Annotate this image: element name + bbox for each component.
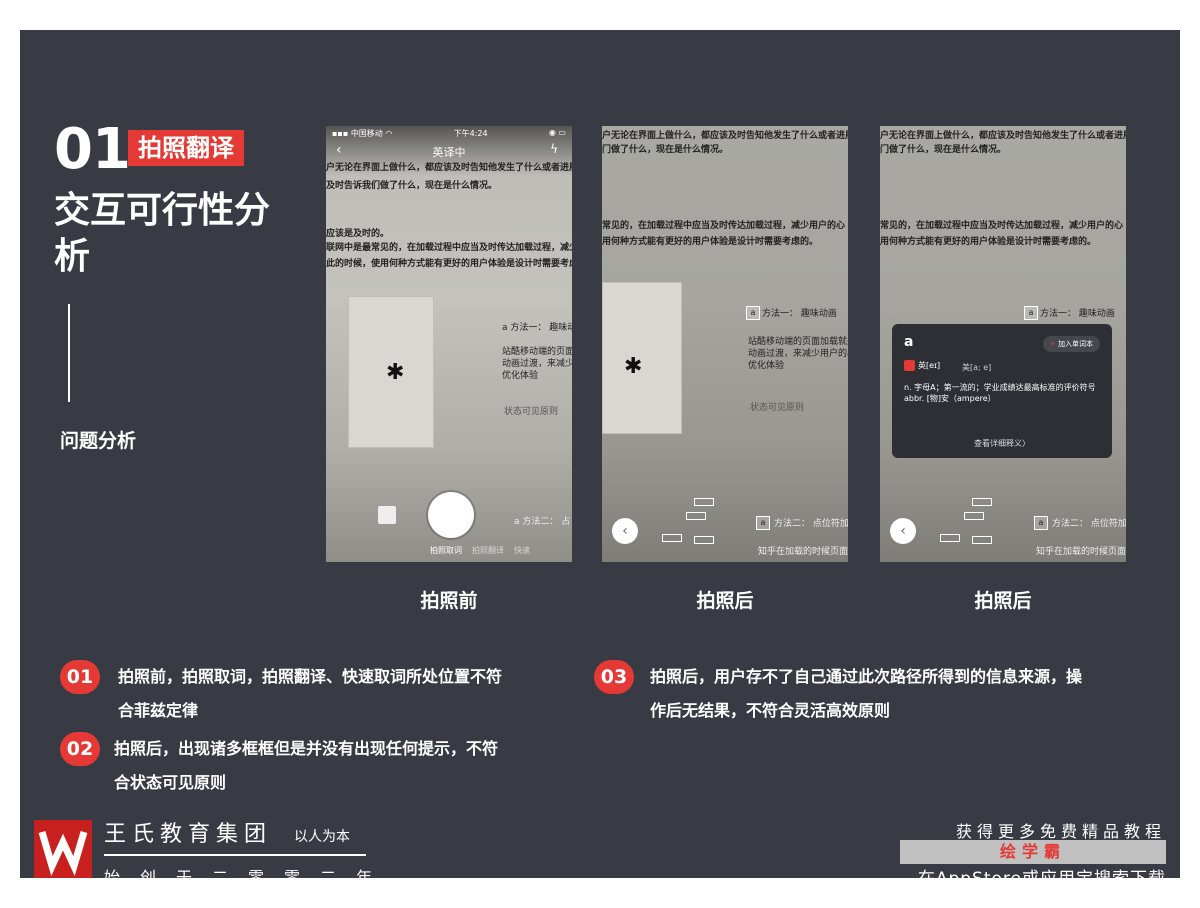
mode-photo-translate[interactable]: 拍照翻译 (472, 545, 504, 556)
mode-quick-word[interactable]: 快速 (514, 545, 530, 556)
battery-icon: ◉ ▭ (548, 128, 566, 137)
photo-text-line: 状态可见原则 (750, 403, 805, 413)
status-time: 下午4:24 (453, 129, 488, 138)
phone-screenshot-before: ▪▪▪ 中国移动 ◠ 下午4:24 ◉ ▭ ‹ 英译中 ϟ 户无论在界面上做什么… (326, 126, 572, 562)
chevron-left-icon: ‹ (900, 523, 906, 539)
flash-off-icon[interactable]: ϟ (550, 142, 558, 156)
photo-text-line: 优化体验 (748, 361, 785, 371)
note-text: 拍照前，拍照取词，拍照翻译、快速取词所处位置不符 合菲兹定律 (118, 667, 503, 720)
mode-photo-word[interactable]: 拍照取词 (430, 545, 462, 556)
back-chevron-icon[interactable]: ‹ (336, 142, 342, 158)
brand-name: 王氏教育集团 (104, 822, 273, 847)
detected-word-box[interactable] (694, 498, 714, 506)
section-number: 01 (54, 117, 131, 182)
photo-text-line: 此的时候，使用何种方式能有更好的用户体验是设计时需要考虑的。 (326, 259, 572, 269)
note-badge: 01 (60, 660, 100, 694)
photo-text-line: 知乎在加载的时候页面时 (1036, 547, 1126, 557)
translate-mode-title: 英译中 (432, 146, 466, 159)
note-text: 拍照后，用户存不了自己通过此次路径所得到的信息来源，操 作后无结果，不符合灵活高… (650, 667, 1083, 720)
photo-text-line: 优化体验 (502, 371, 539, 381)
detected-word-box[interactable] (686, 512, 706, 520)
photo-text-line: 户无论在界面上做什么，都应该及时告知他发生了什么或者进展到什 (880, 131, 1126, 141)
page-title: 交互可行性分析 (54, 190, 271, 277)
shutter-button[interactable] (428, 492, 474, 538)
photo-text-line: a 方法一： 趣味动 (502, 323, 572, 333)
popup-word: a (904, 334, 914, 350)
photo-text-line: 方法一： 趣味动画 (1040, 309, 1115, 319)
divider-line (68, 304, 70, 402)
detected-word-box[interactable] (972, 536, 992, 544)
status-bar: ▪▪▪ 中国移动 ◠ 下午4:24 ◉ ▭ (332, 128, 566, 138)
photo-text-line: 门做了什么，现在是什么情况。 (880, 145, 1007, 155)
promo-download: 在AppStore或应用宝搜索下载 (918, 864, 1166, 878)
photo-text-line: 方法一： 趣味动画 (762, 309, 837, 319)
uk-pronunciation[interactable]: 英[eɪ] (904, 360, 940, 371)
photo-text-line: 知乎在加载的时候页面时 (758, 547, 848, 557)
detected-word-box[interactable] (694, 536, 714, 544)
note-badge: 03 (594, 660, 634, 694)
brand-logo (34, 820, 92, 878)
gallery-thumbnail[interactable] (378, 506, 396, 524)
note-text: 拍照后，出现诸多框框但是并没有出现任何提示，不符 合状态可见原则 (114, 739, 499, 792)
photo-text-line: 门做了什么，现在是什么情况。 (602, 145, 729, 155)
photo-text-line: 方法二： 点位符加 (1052, 519, 1126, 529)
photo-text-line: 联网中是最常见的，在加载过程中应当及时传达加载过程，减少用户 (326, 243, 572, 253)
brand-slogan: 以人为本 (294, 829, 350, 845)
detected-word-box[interactable]: a (1034, 516, 1048, 530)
caption-after: 拍照后 (696, 590, 754, 612)
detected-word-box[interactable]: a (756, 516, 770, 530)
photo-text-line: 及时告诉我们做了什么，现在是什么情况。 (326, 181, 498, 191)
wifi-icon: ◠ (385, 129, 393, 138)
photo-text-line: 方法二： 点位符加 (774, 519, 848, 529)
photo-text-line: 用何种方式能有更好的用户体验是设计时需要考虑的。 (602, 237, 819, 247)
back-button[interactable]: ‹ (890, 518, 916, 544)
caption-after-popup: 拍照后 (974, 590, 1032, 612)
spider-icon: ✱ (386, 360, 405, 385)
page-subtitle: 问题分析 (60, 430, 137, 452)
section-tag: 拍照翻译 (128, 130, 244, 166)
photo-text-line: 户无论在界面上做什么，都应该及时告知他发生了什么或者进展到什 (602, 131, 848, 141)
popup-definition: n. 字母A；第一流的；学业成绩达最高标准的评价符号 abbr. [物]安（am… (904, 383, 1096, 403)
us-pronunciation[interactable]: 美[a; e] (962, 362, 991, 373)
detected-word-box[interactable] (964, 512, 984, 520)
capture-mode-switcher: 拍照取词 拍照翻译 快速 (430, 545, 530, 556)
phone-screenshot-after-popup: 户无论在界面上做什么，都应该及时告知他发生了什么或者进展到什 门做了什么，现在是… (880, 126, 1126, 562)
detected-word-box[interactable] (972, 498, 992, 506)
add-to-wordbook-button[interactable]: + 加入单词本 (1042, 336, 1100, 352)
back-button[interactable]: ‹ (612, 518, 638, 544)
camera-nav: ‹ 英译中 ϟ (326, 142, 572, 160)
dictionary-popup: a + 加入单词本 英[eɪ] 美[a; e] n. 字母A；第一流的；学业成绩… (892, 324, 1112, 458)
detected-word-box[interactable] (662, 534, 682, 542)
photo-text-line: 常见的，在加载过程中应当及时传达加载过程，减少用户的心 (880, 221, 1124, 231)
promo-text: 获得更多免费精品教程 (955, 822, 1166, 841)
caption-before: 拍照前 (420, 590, 478, 612)
view-details-link[interactable]: 查看详细释义〉 (892, 438, 1112, 449)
phone-screenshot-after: 户无论在界面上做什么，都应该及时告知他发生了什么或者进展到什 门做了什么，现在是… (602, 126, 848, 562)
signal-icon: ▪▪▪ (332, 129, 349, 138)
photo-text-line: 用何种方式能有更好的用户体验是设计时需要考虑的。 (880, 237, 1097, 247)
brand-since: 始创于二零零二年 (104, 868, 393, 878)
photo-text-line: 状态可见原则 (504, 407, 559, 417)
brand-divider (104, 854, 366, 856)
detected-word-box[interactable] (940, 534, 960, 542)
logo-w-icon (38, 831, 88, 876)
detected-word-box[interactable]: a (1024, 306, 1038, 320)
note-badge: 02 (60, 732, 100, 766)
photo-text-line: 应该是及时的。 (326, 229, 390, 239)
speaker-icon[interactable] (904, 360, 915, 371)
detected-word-box[interactable]: a (746, 306, 760, 320)
photo-text-line: a 方法二： 占 (514, 517, 571, 527)
plus-icon: + (1049, 340, 1056, 348)
slide: 01 拍照翻译 交互可行性分析 问题分析 ▪▪▪ 中国移动 ◠ 下午4:24 ◉… (20, 30, 1180, 878)
promo-app-name: 绘学霸 (900, 840, 1166, 864)
chevron-left-icon: ‹ (622, 523, 628, 539)
photo-text-line: 常见的，在加载过程中应当及时传达加载过程，减少用户的心 (602, 221, 846, 231)
photo-text-line: 户无论在界面上做什么，都应该及时告知他发生了什么或者进展到什 (326, 163, 572, 173)
spider-icon: ✱ (624, 354, 643, 379)
